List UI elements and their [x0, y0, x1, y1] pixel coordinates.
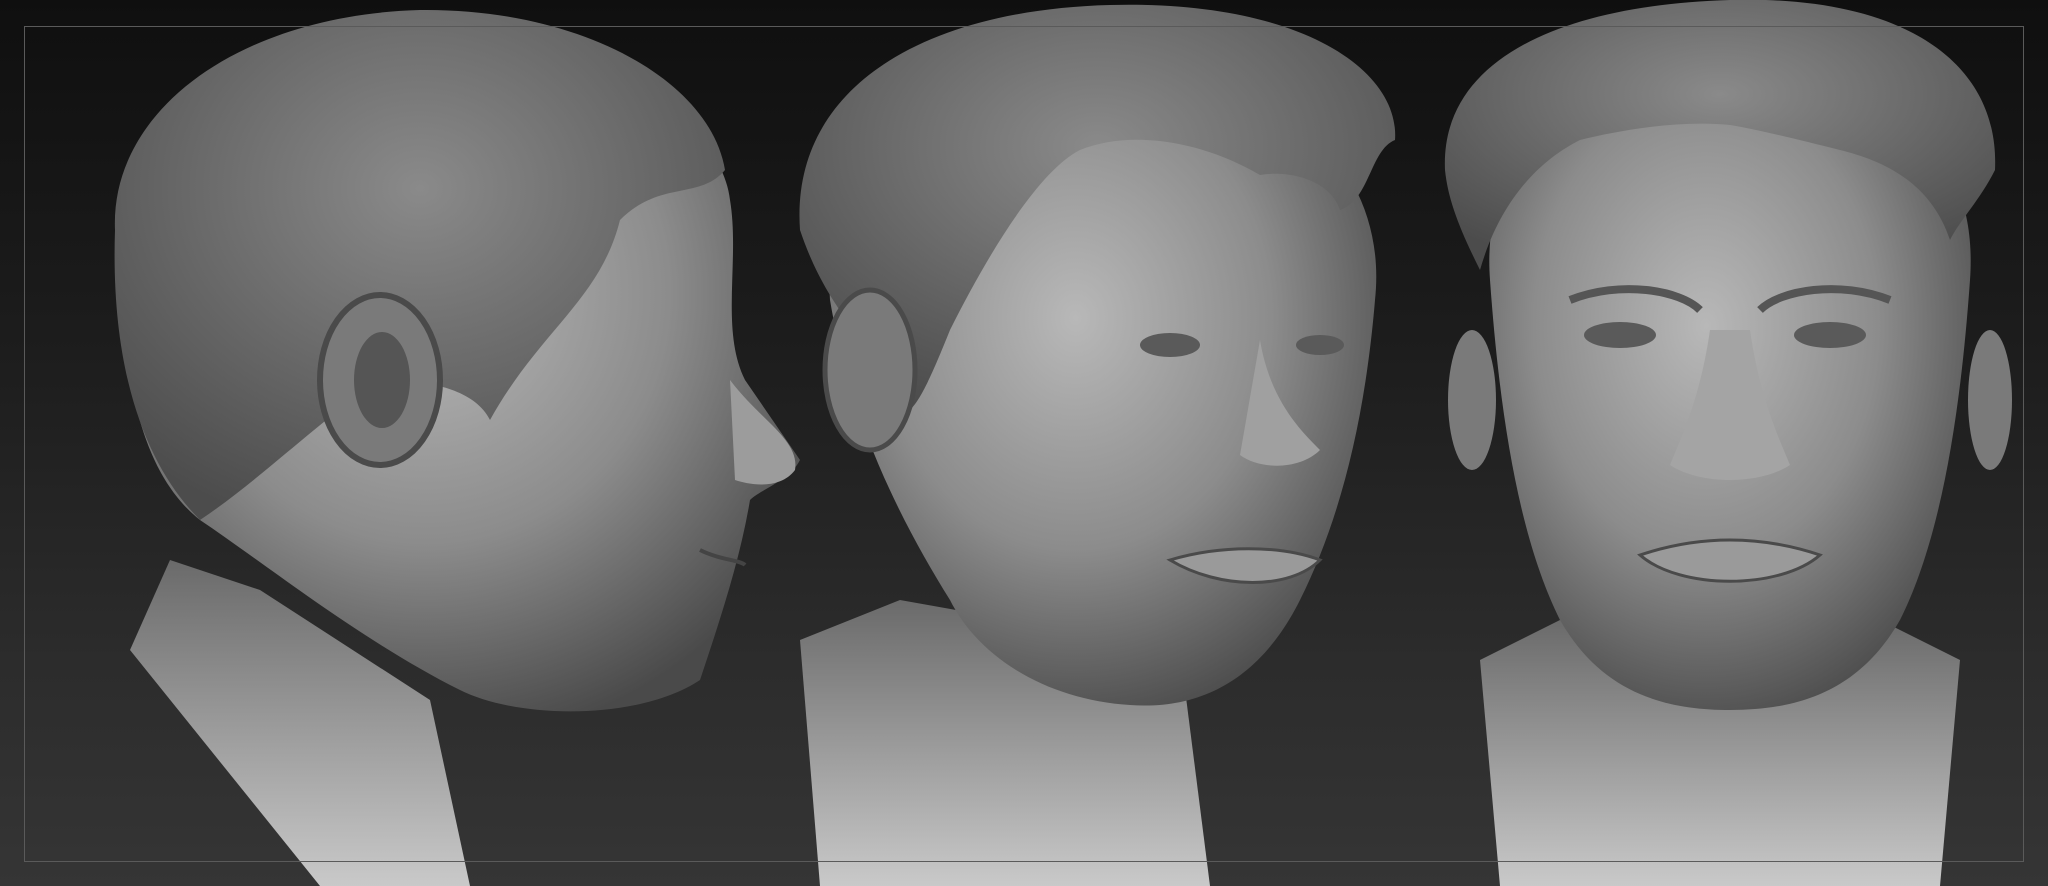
head-three-quarter-view	[799, 4, 1396, 886]
threequarter-ear	[822, 287, 918, 453]
profile-nose	[730, 380, 796, 485]
threequarter-eye-right	[1296, 335, 1344, 355]
head-profile-view	[114, 9, 800, 886]
threequarter-eye-left	[1140, 333, 1200, 357]
head-front-view	[1444, 0, 2012, 886]
front-eye-right	[1794, 322, 1866, 348]
front-eye-left	[1584, 322, 1656, 348]
front-ear-left	[1448, 330, 1496, 470]
zbrush-viewport[interactable]	[0, 0, 2048, 886]
front-ear-right	[1968, 330, 2012, 470]
sculpt-scene	[114, 0, 2012, 886]
